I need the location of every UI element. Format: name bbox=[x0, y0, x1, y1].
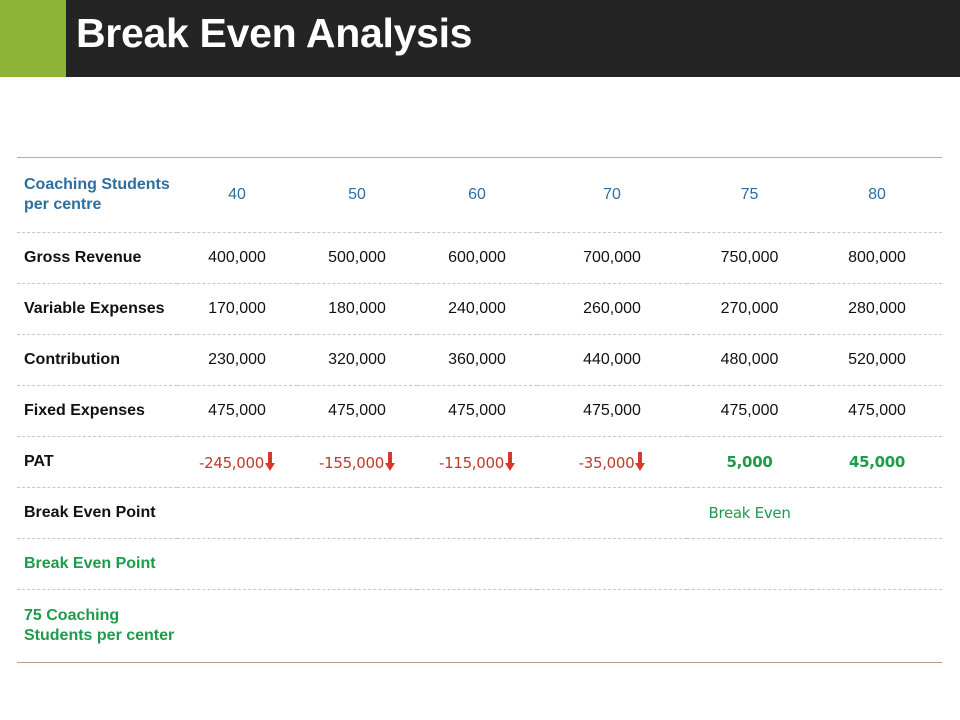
table-row-fixed-expenses: Fixed Expenses 475,000 475,000 475,000 4… bbox=[17, 386, 942, 437]
table-cell bbox=[687, 539, 812, 590]
table-cell: 240,000 bbox=[448, 300, 506, 317]
table-row-pat: PAT -245,000 -155,000 -115,000 -35,000 5… bbox=[17, 437, 942, 488]
table-row-summary-title: Break Even Point bbox=[17, 539, 942, 590]
pat-cell: -115,000 bbox=[417, 437, 537, 488]
pat-cell: -35,000 bbox=[537, 437, 687, 488]
table-row-break-even-point: Break Even Point Break Even bbox=[17, 488, 942, 539]
table-cell: 440,000 bbox=[583, 351, 641, 368]
table-cell bbox=[297, 590, 417, 663]
table-cell: 260,000 bbox=[583, 300, 641, 317]
table-cell: 500,000 bbox=[328, 249, 386, 266]
header-cell: 50 bbox=[348, 186, 366, 203]
break-even-table: Coaching Students per centre 40 50 60 70… bbox=[17, 157, 942, 663]
down-arrow-icon bbox=[505, 451, 516, 471]
header-label: Coaching Students per centre bbox=[24, 176, 170, 213]
table-cell bbox=[417, 590, 537, 663]
row-label: PAT bbox=[24, 453, 54, 470]
table-cell bbox=[537, 488, 687, 539]
table-cell: 475,000 bbox=[448, 402, 506, 419]
table-cell: 475,000 bbox=[848, 402, 906, 419]
table-cell: 230,000 bbox=[208, 351, 266, 368]
header-cell: 60 bbox=[468, 186, 486, 203]
table-row-contribution: Contribution 230,000 320,000 360,000 440… bbox=[17, 335, 942, 386]
header-cell: 40 bbox=[228, 186, 246, 203]
pat-value: 45,000 bbox=[848, 452, 906, 471]
table-cell: 475,000 bbox=[720, 402, 779, 419]
table-cell: 280,000 bbox=[848, 300, 906, 317]
header-cell: 70 bbox=[603, 186, 621, 203]
table-cell bbox=[812, 488, 942, 539]
table-row-gross-revenue: Gross Revenue 400,000 500,000 600,000 70… bbox=[17, 233, 942, 284]
table-cell: 475,000 bbox=[208, 402, 266, 419]
table-cell bbox=[687, 590, 812, 663]
pat-value: -245,000 bbox=[198, 453, 265, 472]
row-label: Fixed Expenses bbox=[24, 402, 145, 419]
summary-text: 75 Coaching Students per center bbox=[24, 607, 175, 644]
break-even-marker: Break Even bbox=[708, 504, 791, 522]
table-cell bbox=[297, 539, 417, 590]
header-cell: 80 bbox=[868, 186, 886, 203]
pat-cell: 45,000 bbox=[812, 437, 942, 488]
table-cell bbox=[812, 539, 942, 590]
table-header-row: Coaching Students per centre 40 50 60 70… bbox=[17, 158, 942, 233]
table-cell: 520,000 bbox=[848, 351, 906, 368]
table-cell bbox=[177, 488, 297, 539]
table-cell: 800,000 bbox=[848, 249, 906, 266]
pat-value: -35,000 bbox=[578, 453, 635, 472]
row-label: Contribution bbox=[24, 351, 120, 368]
down-arrow-icon bbox=[265, 451, 276, 471]
table-cell: 475,000 bbox=[328, 402, 386, 419]
summary-title: Break Even Point bbox=[24, 555, 156, 572]
table-cell bbox=[297, 488, 417, 539]
table-row-variable-expenses: Variable Expenses 170,000 180,000 240,00… bbox=[17, 284, 942, 335]
pat-value: -115,000 bbox=[438, 453, 505, 472]
table-cell: 270,000 bbox=[720, 300, 779, 317]
table-cell: 320,000 bbox=[328, 351, 386, 368]
table-cell bbox=[417, 539, 537, 590]
table-cell: 170,000 bbox=[208, 300, 266, 317]
table-cell: 750,000 bbox=[720, 249, 779, 266]
down-arrow-icon bbox=[635, 451, 646, 471]
table-cell bbox=[537, 539, 687, 590]
down-arrow-icon bbox=[385, 451, 396, 471]
table-cell bbox=[812, 590, 942, 663]
pat-cell: -245,000 bbox=[177, 437, 297, 488]
table-cell: 360,000 bbox=[448, 351, 506, 368]
pat-value: 5,000 bbox=[726, 452, 773, 471]
pat-value: -155,000 bbox=[318, 453, 385, 472]
table-cell: 180,000 bbox=[328, 300, 386, 317]
table-cell: 400,000 bbox=[208, 249, 266, 266]
table-cell bbox=[177, 590, 297, 663]
pat-cell: -155,000 bbox=[297, 437, 417, 488]
page-title: Break Even Analysis bbox=[76, 10, 473, 56]
table-cell: 480,000 bbox=[720, 351, 779, 368]
accent-block bbox=[0, 0, 66, 77]
row-label: Variable Expenses bbox=[24, 300, 165, 317]
table-row-summary-text: 75 Coaching Students per center bbox=[17, 590, 942, 663]
row-label: Break Even Point bbox=[24, 504, 156, 521]
table-cell: 475,000 bbox=[583, 402, 641, 419]
table-cell bbox=[417, 488, 537, 539]
row-label: Gross Revenue bbox=[24, 249, 142, 266]
header-cell: 75 bbox=[740, 186, 759, 203]
pat-cell: 5,000 bbox=[687, 437, 812, 488]
table-cell bbox=[537, 590, 687, 663]
table-cell: 600,000 bbox=[448, 249, 506, 266]
table-cell: 700,000 bbox=[583, 249, 641, 266]
